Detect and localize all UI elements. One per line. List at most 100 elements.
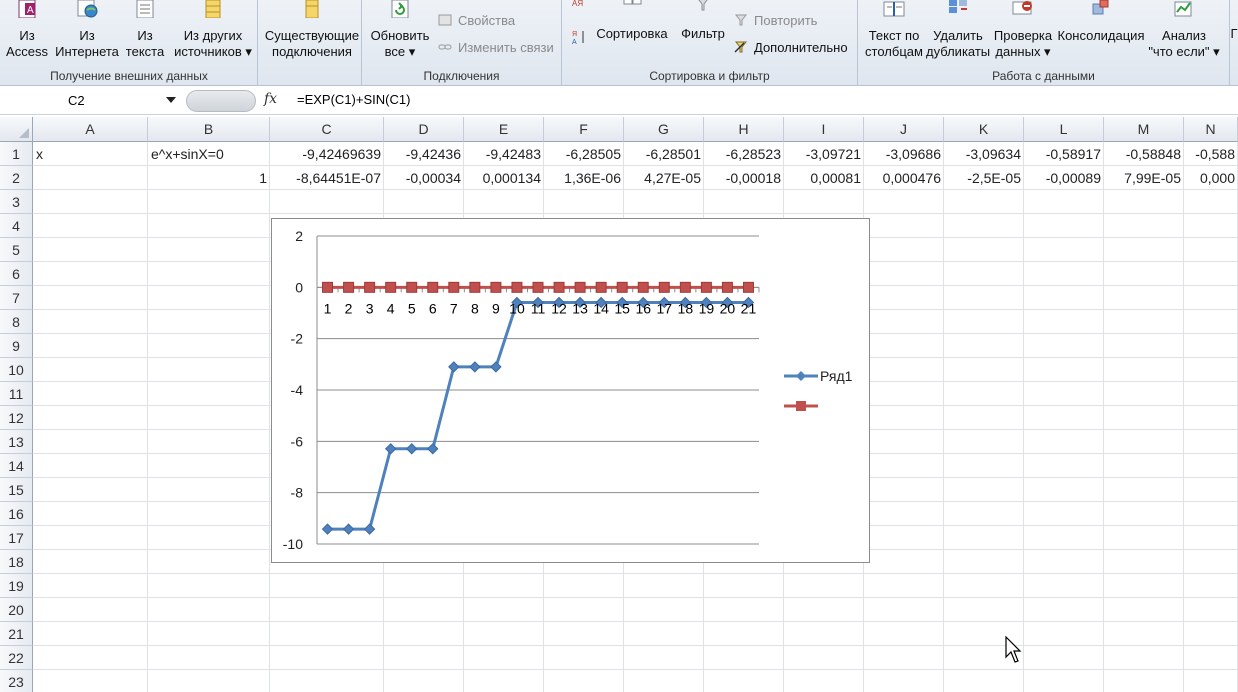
select-all-corner[interactable] — [0, 117, 33, 142]
cell-h2[interactable]: -0,00018 — [704, 166, 784, 190]
from-text-button[interactable]: Из текста — [122, 0, 168, 60]
existing-connections-line1: Существующие — [264, 28, 360, 43]
column-header-i[interactable]: I — [784, 117, 864, 142]
column-header-a[interactable]: A — [33, 117, 148, 142]
cell-i1[interactable]: -3,09721 — [784, 142, 864, 166]
row-header-21[interactable]: 21 — [0, 622, 33, 646]
row-header-22[interactable]: 22 — [0, 646, 33, 670]
next-ribbon-button-partial[interactable]: Г — [1230, 26, 1238, 42]
row-header-16[interactable]: 16 — [0, 502, 33, 526]
column-header-b[interactable]: B — [148, 117, 270, 142]
cell-h1[interactable]: -6,28523 — [704, 142, 784, 166]
row-header-23[interactable]: 23 — [0, 670, 33, 692]
cell-d1[interactable]: -9,42436 — [384, 142, 464, 166]
cell-f1[interactable]: -6,28505 — [544, 142, 624, 166]
row-header-18[interactable]: 18 — [0, 550, 33, 574]
cell-c1[interactable]: -9,42469639 — [270, 142, 384, 166]
refresh-all-button[interactable]: Обновить все ▾ — [368, 0, 432, 60]
row-header-2[interactable]: 2 — [0, 166, 33, 190]
cell-k1[interactable]: -3,09634 — [944, 142, 1024, 166]
row-header-20[interactable]: 20 — [0, 598, 33, 622]
remove-duplicates-button[interactable]: Удалить дубликаты — [926, 0, 990, 60]
cell-j1[interactable]: -3,09686 — [864, 142, 944, 166]
row-header-7[interactable]: 7 — [0, 286, 33, 310]
cell-k2[interactable]: -2,5E-05 — [944, 166, 1024, 190]
column-header-e[interactable]: E — [464, 117, 544, 142]
properties-button[interactable]: Свойства — [438, 13, 515, 28]
from-access-button[interactable]: A Из Access — [4, 0, 50, 60]
insert-function-icon[interactable]: fx — [264, 91, 277, 107]
reapply-label: Повторить — [754, 13, 818, 28]
row-header-15[interactable]: 15 — [0, 478, 33, 502]
row-header-6[interactable]: 6 — [0, 262, 33, 286]
row-header-4[interactable]: 4 — [0, 214, 33, 238]
cell-d2[interactable]: -0,00034 — [384, 166, 464, 190]
sort-button[interactable]: Сортировка — [592, 0, 672, 42]
column-header-l[interactable]: L — [1024, 117, 1104, 142]
row-header-11[interactable]: 11 — [0, 382, 33, 406]
series-2-point — [511, 281, 523, 293]
line-chart[interactable]: 2 0 -2 -4 -6 -8 -10 1 2 3 4 5 6 7 8 9 10 11 12 13 14 15 16 17 18… — [271, 218, 870, 563]
cell-n1[interactable]: -0,588 — [1184, 142, 1238, 166]
reapply-button[interactable]: Повторить — [734, 13, 817, 28]
column-header-m[interactable]: M — [1104, 117, 1184, 142]
row-header-17[interactable]: 17 — [0, 526, 33, 550]
column-header-n[interactable]: N — [1184, 117, 1238, 142]
consolidate-button[interactable]: Консолидация — [1056, 0, 1146, 44]
series-1-point — [448, 361, 460, 373]
filter-button[interactable]: Фильтр — [676, 0, 730, 42]
cell-c2[interactable]: -8,64451E-07 — [270, 166, 384, 190]
series-2-point — [679, 281, 691, 293]
what-if-analysis-icon — [1174, 1, 1192, 17]
cell-b1[interactable]: e^x+sinX=0 — [148, 142, 270, 166]
from-web-button[interactable]: Из Интернета — [54, 0, 120, 60]
row-header-14[interactable]: 14 — [0, 454, 33, 478]
row-header-5[interactable]: 5 — [0, 238, 33, 262]
what-if-analysis-button[interactable]: Анализ "что если" ▾ — [1146, 0, 1222, 60]
row-header-1[interactable]: 1 — [0, 142, 33, 166]
cell-b2[interactable]: 1 — [148, 166, 270, 190]
column-header-f[interactable]: F — [544, 117, 624, 142]
row-header-10[interactable]: 10 — [0, 358, 33, 382]
cell-m1[interactable]: -0,58848 — [1104, 142, 1184, 166]
cell-m2[interactable]: 7,99E-05 — [1104, 166, 1184, 190]
column-header-c[interactable]: C — [270, 117, 384, 142]
x-tick-label: 16 — [635, 300, 651, 316]
column-header-j[interactable]: J — [864, 117, 944, 142]
cell-j2[interactable]: 0,000476 — [864, 166, 944, 190]
row-header-19[interactable]: 19 — [0, 574, 33, 598]
cell-g2[interactable]: 4,27E-05 — [624, 166, 704, 190]
excel-window: A Из Access Из Интернета Из текста Из др… — [0, 0, 1238, 692]
name-box[interactable]: C2 — [0, 90, 184, 112]
column-header-d[interactable]: D — [384, 117, 464, 142]
cell-n2[interactable]: 0,000 — [1184, 166, 1238, 190]
row-header-9[interactable]: 9 — [0, 334, 33, 358]
text-to-columns-button[interactable]: Текст по столбцам — [862, 0, 926, 60]
sort-za-button[interactable]: ЯА — [572, 29, 592, 47]
row-header-3[interactable]: 3 — [0, 190, 33, 214]
cell-l2[interactable]: -0,00089 — [1024, 166, 1104, 190]
column-header-h[interactable]: H — [704, 117, 784, 142]
formula-bar-collapse-handle[interactable] — [186, 90, 256, 112]
cell-i2[interactable]: 0,00081 — [784, 166, 864, 190]
row-header-12[interactable]: 12 — [0, 406, 33, 430]
data-validation-button[interactable]: Проверка данных ▾ — [990, 0, 1056, 60]
advanced-button[interactable]: Дополнительно — [734, 40, 848, 55]
column-header-k[interactable]: K — [944, 117, 1024, 142]
cell-g1[interactable]: -6,28501 — [624, 142, 704, 166]
sort-az-button[interactable]: АЯ — [572, 0, 592, 11]
cell-e2[interactable]: 0,000134 — [464, 166, 544, 190]
cell-a1[interactable]: x — [33, 142, 148, 166]
from-other-sources-button[interactable]: Из других источников ▾ — [170, 0, 256, 60]
edit-links-button[interactable]: Изменить связи — [438, 40, 554, 55]
formula-input[interactable]: =EXP(C1)+SIN(C1) — [297, 92, 410, 107]
column-header-g[interactable]: G — [624, 117, 704, 142]
cell-e1[interactable]: -9,42483 — [464, 142, 544, 166]
existing-connections-button[interactable]: Существующие подключения — [262, 0, 362, 60]
cell-l1[interactable]: -0,58917 — [1024, 142, 1104, 166]
row-header-13[interactable]: 13 — [0, 430, 33, 454]
cell-f2[interactable]: 1,36E-06 — [544, 166, 624, 190]
name-box-dropdown-icon[interactable] — [166, 97, 176, 103]
y-tick-label: -10 — [283, 536, 303, 552]
row-header-8[interactable]: 8 — [0, 310, 33, 334]
